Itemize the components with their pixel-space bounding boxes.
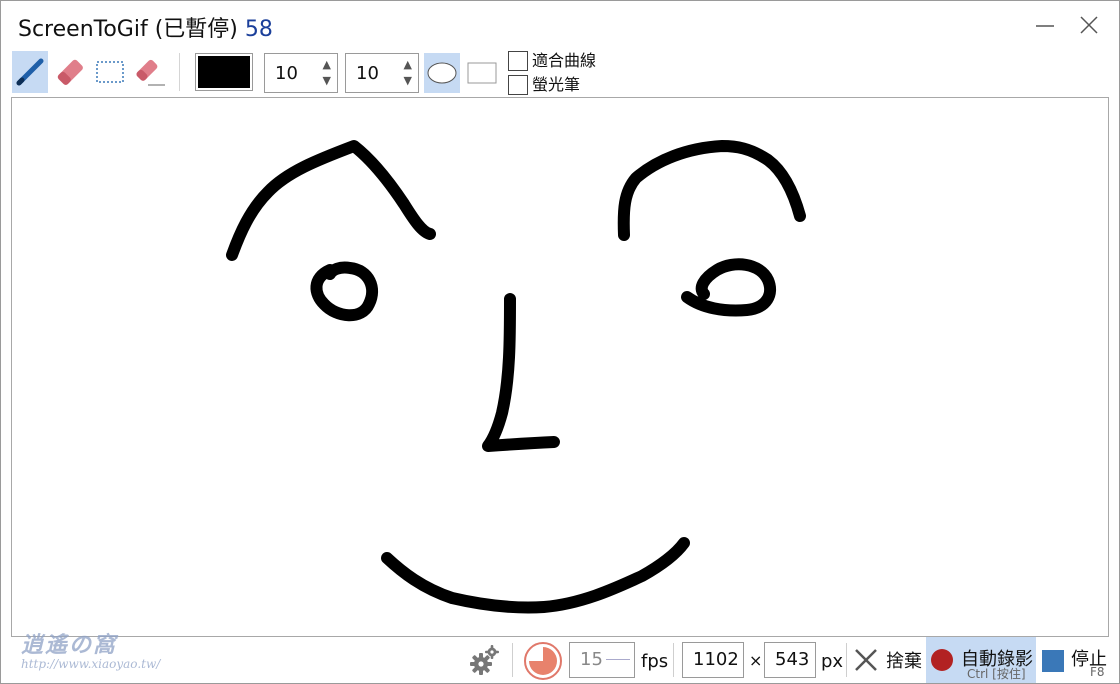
bottom-divider — [846, 643, 847, 677]
rectangle-icon — [467, 62, 497, 84]
decrement-icon[interactable]: ▼ — [323, 73, 331, 89]
mouth-stroke — [381, 537, 690, 614]
highlighter-label: 螢光筆 — [532, 75, 581, 94]
frame-rate-indicator[interactable] — [523, 641, 563, 681]
toolbar-divider — [179, 53, 180, 91]
pen-tool-button[interactable] — [12, 51, 48, 93]
selection-tool-button[interactable] — [92, 51, 128, 93]
fit-curves-label: 適合曲線 — [532, 51, 597, 70]
frame-count: 58 — [244, 17, 273, 42]
height-stepper-arrows: ▲ ▼ — [404, 57, 412, 89]
face-drawing — [226, 140, 806, 614]
close-icon — [1080, 16, 1098, 34]
title-bar: ScreenToGif (已暫停) 58 — [1, 1, 1119, 47]
eraser-tool-button[interactable] — [52, 51, 88, 93]
capture-width-input[interactable]: 1102 — [682, 642, 744, 678]
gears-icon — [470, 645, 499, 675]
selection-rectangle-icon — [96, 61, 124, 83]
fps-label: fps — [641, 651, 669, 672]
width-stepper-arrows: ▲ ▼ — [323, 57, 331, 89]
px-label: px — [821, 651, 844, 672]
color-swatch — [198, 56, 250, 88]
bottom-divider — [512, 643, 513, 677]
bottom-divider — [673, 643, 674, 677]
color-picker-button[interactable] — [195, 53, 253, 91]
left-eye-stroke — [310, 261, 379, 322]
height-stepper[interactable]: 10 ▲ ▼ — [345, 53, 419, 93]
minimize-icon — [1036, 25, 1054, 27]
record-shortcut: Ctrl [按住] — [967, 667, 1026, 681]
fit-curves-checkbox[interactable] — [508, 51, 528, 71]
width-stepper[interactable]: 10 ▲ ▼ — [264, 53, 338, 93]
capture-height-input[interactable]: 543 — [764, 642, 816, 678]
watermark-title: 逍遙の窩 — [21, 632, 118, 658]
window-title: ScreenToGif (已暫停) 58 — [18, 11, 273, 43]
dimension-times: × — [749, 651, 763, 670]
discard-x-icon — [855, 649, 877, 671]
window-title-text: ScreenToGif (已暫停) — [18, 17, 238, 42]
fps-slider-line — [606, 659, 630, 660]
discard-label: 捨棄 — [886, 651, 922, 672]
eraser-icon — [57, 59, 83, 85]
left-eyebrow-stroke — [226, 140, 436, 261]
discard-button[interactable]: 捨棄 — [853, 641, 922, 679]
minimize-button[interactable] — [1023, 7, 1067, 43]
screentogif-window: ScreenToGif (已暫停) 58 10 ▲ ▼ 10 ▲ ▼ 適合曲線 … — [0, 0, 1120, 684]
drawing-canvas[interactable] — [11, 97, 1109, 637]
nose-stroke — [482, 293, 560, 452]
stop-button[interactable]: 停止 F8 — [1038, 637, 1116, 683]
fps-input[interactable]: 15 — [569, 642, 635, 678]
highlighter-checkbox[interactable] — [508, 75, 528, 95]
ellipse-icon — [427, 62, 457, 84]
pen-icon — [16, 58, 44, 86]
watermark-url: http://www.xiaoyao.tw/ — [21, 657, 161, 671]
right-eyebrow-stroke — [617, 140, 806, 241]
settings-button[interactable] — [467, 641, 503, 679]
timer-pie-icon — [524, 642, 562, 680]
right-eye-stroke — [681, 258, 777, 317]
ellipse-tip-button[interactable] — [424, 53, 460, 93]
fps-value: 15 — [580, 649, 603, 670]
watermark: 逍遙の窩 http://www.xiaoyao.tw/ — [21, 627, 160, 671]
record-dot-icon — [931, 649, 953, 671]
stroke-eraser-icon — [136, 59, 165, 86]
height-value: 10 — [356, 63, 379, 84]
width-value: 10 — [275, 63, 298, 84]
close-button[interactable] — [1067, 7, 1111, 43]
stop-square-icon — [1042, 650, 1064, 672]
increment-icon[interactable]: ▲ — [404, 57, 412, 73]
stop-shortcut: F8 — [1090, 665, 1105, 679]
rectangle-tip-button[interactable] — [464, 53, 500, 93]
increment-icon[interactable]: ▲ — [323, 57, 331, 73]
decrement-icon[interactable]: ▼ — [404, 73, 412, 89]
record-button[interactable]: 自動錄影 Ctrl [按住] — [926, 637, 1036, 683]
stroke-eraser-tool-button[interactable] — [132, 51, 168, 93]
